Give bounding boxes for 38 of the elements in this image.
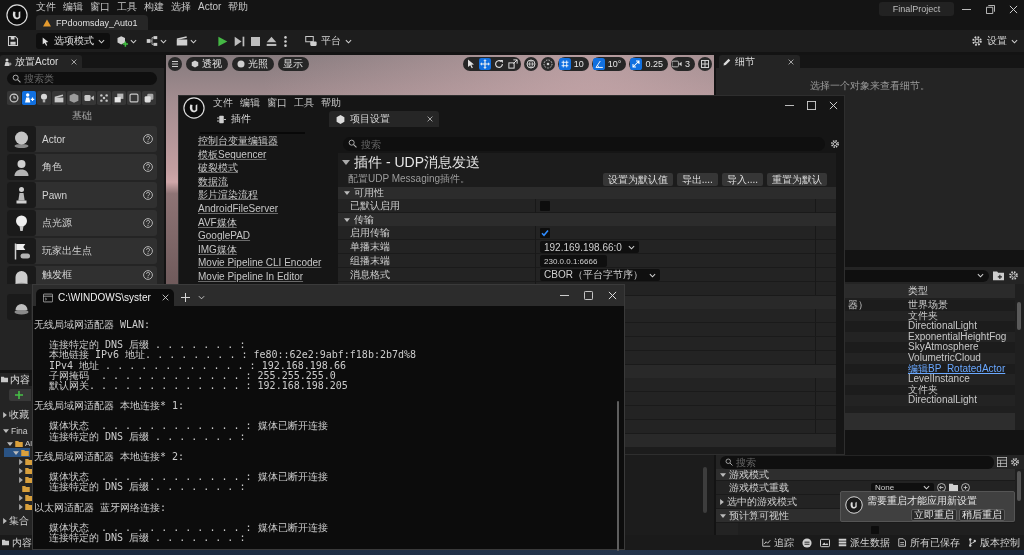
terminal-line: 媒体状态 . . . . . . . . . . . . : 媒体已断开连接 xyxy=(48,472,328,483)
terminal-line: 本地链接 IPv6 地址. . . . . . . . : fe80::62e2:9abf:f18b:2b7d%8 xyxy=(48,350,417,361)
actor-type: 世界场景 xyxy=(907,299,948,310)
settings-title: 插件 - UDP消息发送 xyxy=(354,153,480,172)
actor-type: ExponentialHeightFog xyxy=(907,330,1007,342)
actor-type: SkyAtmosphere xyxy=(907,341,979,353)
actor-type: LevelInstance xyxy=(907,373,970,385)
terminal-line: 连接特定的 DNS 后缀 . . . . . . . : xyxy=(48,340,246,351)
terminal-line: 无线局域网适配器 本地连接* 1: xyxy=(34,401,185,412)
setting-label: 启用传输 xyxy=(350,226,390,240)
terminal-line: 默认网关. . . . . . . . . . . . . : 192.168.198.205 xyxy=(48,380,348,391)
terminal-line: 媒体状态 . . . . . . . . . . . . : 媒体已断开连接 xyxy=(48,522,328,533)
actor-type: VolumetricCloud xyxy=(907,351,981,363)
terminal-line: IPv4 地址 . . . . . . . . . . . . : 192.168.198.66 xyxy=(48,360,346,371)
actor-type: DirectionalLight xyxy=(907,394,977,406)
actor-type: 文件夹 xyxy=(907,383,938,395)
actor-type: 文件夹 xyxy=(907,309,938,321)
terminal-line: 媒体状态 . . . . . . . . . . . . : 媒体已断开连接 xyxy=(48,421,328,432)
setting-label: 组播末端 xyxy=(350,254,390,268)
terminal-line: 连接特定的 DNS 后缀 . . . . . . . : xyxy=(48,431,246,442)
setting-label: 消息格式 xyxy=(350,268,390,282)
project-name: FinalProject xyxy=(879,2,954,16)
actor-type: DirectionalLight xyxy=(907,320,977,332)
terminal-line: 无线局域网适配器 本地连接* 2: xyxy=(34,451,185,462)
folder-name: Al xyxy=(25,439,33,448)
category-title: 基础 xyxy=(71,110,93,122)
empty-message: 选择一个对象来查看细节。 xyxy=(809,80,931,92)
property-label: 游戏模式重载 xyxy=(728,481,790,494)
setting-label: 单播末端 xyxy=(350,240,390,254)
actor-name: 器） xyxy=(847,299,868,310)
notification-message: 需要重启才能应用新设置 xyxy=(867,495,978,507)
terminal-line: 以太网适配器 蓝牙网络连接: xyxy=(34,502,167,513)
terminal-line: 子网掩码 . . . . . . . . . . . . : 255.255.255.0 xyxy=(48,370,336,381)
settings-description: 配置UDP Messaging插件。 xyxy=(347,173,471,185)
terminal-line: 连接特定的 DNS 后缀 . . . . . . . : xyxy=(48,532,246,544)
setting-label: 已默认启用 xyxy=(350,199,400,213)
terminal-line: 连接特定的 DNS 后缀 . . . . . . . : xyxy=(48,482,246,493)
terminal-line: 无线局域网适配器 WLAN: xyxy=(34,320,151,331)
